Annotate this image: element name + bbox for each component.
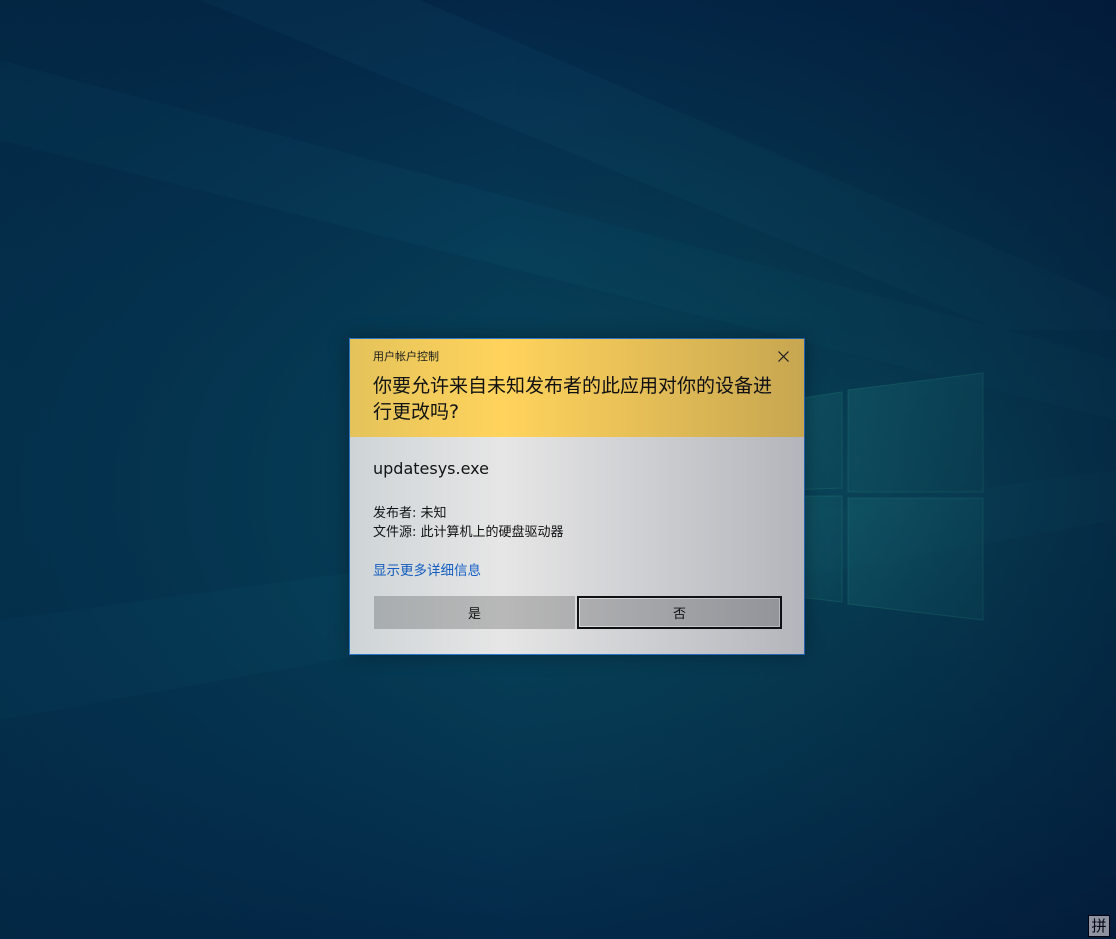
close-icon: [777, 350, 789, 362]
file-source-info: 文件源: 此计算机上的硬盘驱动器: [373, 525, 564, 540]
app-name: updatesys.exe: [373, 459, 489, 478]
desktop-background: 用户帐户控制 你要允许来自未知发布者的此应用对你的设备进行更改吗? update…: [0, 0, 1116, 939]
dialog-caption: 用户帐户控制: [373, 350, 439, 363]
show-more-details-link[interactable]: 显示更多详细信息: [373, 559, 481, 579]
close-button[interactable]: [772, 346, 794, 366]
publisher-info: 发布者: 未知: [373, 506, 447, 521]
yes-button[interactable]: 是: [374, 596, 575, 629]
windows-logo-icon: [790, 372, 984, 621]
uac-dialog: 用户帐户控制 你要允许来自未知发布者的此应用对你的设备进行更改吗? update…: [349, 338, 805, 655]
no-button[interactable]: 否: [577, 596, 782, 629]
dialog-question: 你要允许来自未知发布者的此应用对你的设备进行更改吗?: [373, 375, 773, 423]
ime-indicator[interactable]: 拼: [1088, 915, 1110, 937]
dialog-header: 用户帐户控制 你要允许来自未知发布者的此应用对你的设备进行更改吗?: [350, 339, 804, 437]
